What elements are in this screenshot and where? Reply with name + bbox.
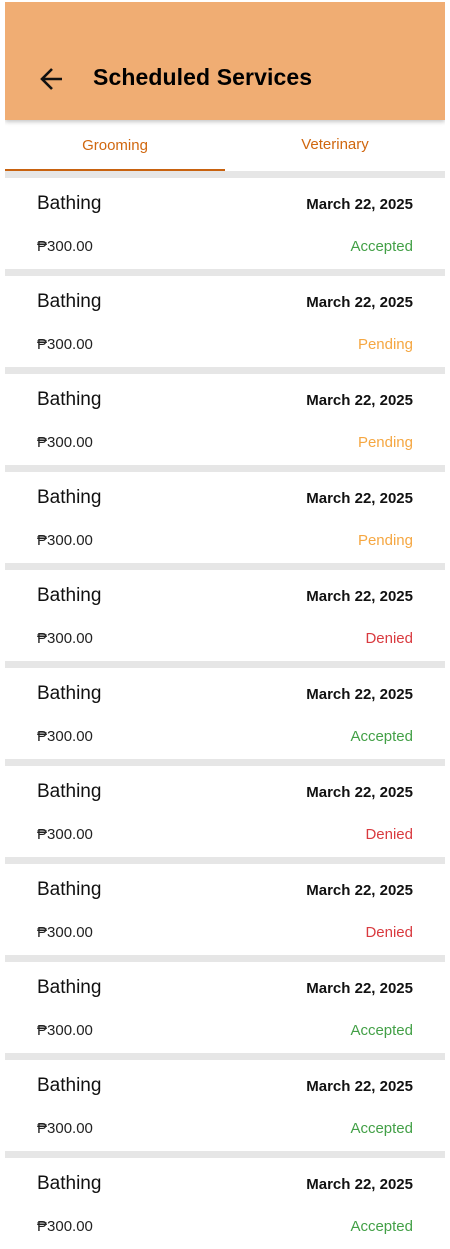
service-list-item[interactable]: Bathing March 22, 2025 ₱300.00 Accepted xyxy=(5,1158,445,1249)
service-name: Bathing xyxy=(37,291,102,312)
list-divider xyxy=(5,1053,445,1060)
service-list-item[interactable]: Bathing March 22, 2025 ₱300.00 Pending xyxy=(5,472,445,563)
service-date: March 22, 2025 xyxy=(306,588,413,605)
service-list: Bathing March 22, 2025 ₱300.00 Accepted Bath… xyxy=(5,171,445,1249)
list-divider xyxy=(5,563,445,570)
service-name: Bathing xyxy=(37,1173,102,1194)
service-date: March 22, 2025 xyxy=(306,980,413,997)
list-divider xyxy=(5,857,445,864)
list-divider xyxy=(5,955,445,962)
service-name: Bathing xyxy=(37,781,102,802)
service-price: ₱300.00 xyxy=(37,434,93,451)
service-price: ₱300.00 xyxy=(37,238,93,255)
service-name: Bathing xyxy=(37,683,102,704)
status-label: Denied xyxy=(365,924,413,941)
status-label: Accepted xyxy=(350,1022,413,1039)
service-list-item[interactable]: Bathing March 22, 2025 ₱300.00 Accepted xyxy=(5,668,445,759)
service-name: Bathing xyxy=(37,1075,102,1096)
service-list-item[interactable]: Bathing March 22, 2025 ₱300.00 Pending xyxy=(5,374,445,465)
status-label: Pending xyxy=(357,434,413,451)
service-date: March 22, 2025 xyxy=(306,490,413,507)
service-name: Bathing xyxy=(37,193,102,214)
service-date: March 22, 2025 xyxy=(306,196,413,213)
service-price: ₱300.00 xyxy=(37,826,93,843)
app-screen: Scheduled Services Grooming Veterinary B… xyxy=(5,2,445,1249)
list-divider xyxy=(5,171,445,178)
tab-veterinary[interactable]: Veterinary xyxy=(225,120,445,173)
status-label: Denied xyxy=(365,630,413,647)
status-label: Accepted xyxy=(350,728,413,745)
service-price: ₱300.00 xyxy=(37,1120,93,1137)
status-label: Denied xyxy=(365,826,413,843)
list-divider xyxy=(5,367,445,374)
list-divider xyxy=(5,759,445,766)
list-divider xyxy=(5,1151,445,1158)
status-label: Accepted xyxy=(350,1218,413,1235)
service-price: ₱300.00 xyxy=(37,630,93,647)
service-date: March 22, 2025 xyxy=(306,392,413,409)
service-list-item[interactable]: Bathing March 22, 2025 ₱300.00 Accepted xyxy=(5,962,445,1053)
service-name: Bathing xyxy=(37,389,102,410)
tab-grooming-label: Grooming xyxy=(82,137,148,154)
service-date: March 22, 2025 xyxy=(306,784,413,801)
service-price: ₱300.00 xyxy=(37,336,93,353)
service-price: ₱300.00 xyxy=(37,532,93,549)
service-price: ₱300.00 xyxy=(37,924,93,941)
tab-bar: Grooming Veterinary xyxy=(5,120,445,173)
service-price: ₱300.00 xyxy=(37,1218,93,1235)
tab-grooming[interactable]: Grooming xyxy=(5,120,225,173)
service-list-item[interactable]: Bathing March 22, 2025 ₱300.00 Denied xyxy=(5,766,445,857)
service-name: Bathing xyxy=(37,585,102,606)
service-date: March 22, 2025 xyxy=(306,1078,413,1095)
service-name: Bathing xyxy=(37,879,102,900)
back-button[interactable] xyxy=(33,60,71,98)
status-label: Pending xyxy=(357,532,413,549)
page-title: Scheduled Services xyxy=(93,64,313,90)
service-price: ₱300.00 xyxy=(37,728,93,745)
service-name: Bathing xyxy=(37,487,102,508)
list-divider xyxy=(5,661,445,668)
app-bar: Scheduled Services xyxy=(5,2,445,120)
list-divider xyxy=(5,269,445,276)
service-date: March 22, 2025 xyxy=(306,294,413,311)
service-name: Bathing xyxy=(37,977,102,998)
service-list-item[interactable]: Bathing March 22, 2025 ₱300.00 Accepted xyxy=(5,1060,445,1151)
status-label: Pending xyxy=(357,336,413,353)
service-list-item[interactable]: Bathing March 22, 2025 ₱300.00 Denied xyxy=(5,864,445,955)
service-list-item[interactable]: Bathing March 22, 2025 ₱300.00 Pending xyxy=(5,276,445,367)
service-date: March 22, 2025 xyxy=(306,1176,413,1193)
status-label: Accepted xyxy=(350,238,413,255)
list-divider xyxy=(5,465,445,472)
status-label: Accepted xyxy=(350,1120,413,1137)
service-date: March 22, 2025 xyxy=(306,686,413,703)
tab-veterinary-label: Veterinary xyxy=(301,136,369,153)
service-list-item[interactable]: Bathing March 22, 2025 ₱300.00 Denied xyxy=(5,570,445,661)
service-list-item[interactable]: Bathing March 22, 2025 ₱300.00 Accepted xyxy=(5,178,445,269)
service-price: ₱300.00 xyxy=(37,1022,93,1039)
service-date: March 22, 2025 xyxy=(306,882,413,899)
arrow-left-icon xyxy=(40,68,62,90)
